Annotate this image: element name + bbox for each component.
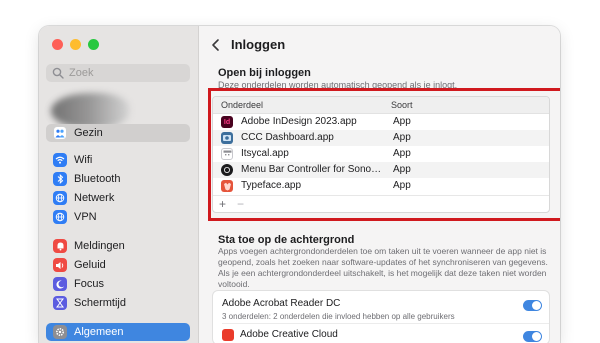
sidebar-item-label: Focus [74,278,104,290]
divider [222,323,549,324]
sidebar-item-schermtijd[interactable]: Schermtijd [46,294,190,312]
bluetooth-icon [53,172,67,186]
sidebar-item-focus[interactable]: Focus [46,275,190,293]
toggle-knob [532,301,541,310]
sidebar-item-label: Algemeen [74,326,124,338]
sidebar-item-gezin[interactable]: Gezin [46,124,190,142]
page-title: Inloggen [231,37,286,52]
sidebar-item-label: Geluid [74,259,106,271]
zoom-button[interactable] [88,39,99,50]
open-at-login-title: Open bij inloggen [218,67,311,79]
sidebar-item-label: Meldingen [74,240,125,252]
highlight-box [208,88,560,221]
search-placeholder: Zoek [69,67,94,79]
settings-window: Zoek Gezin Wifi Bluetooth Netwerk VPN Me… [39,26,560,343]
sidebar-item-label: Gezin [74,127,103,139]
vpn-globe-icon [53,210,67,224]
back-chevron-icon[interactable] [209,36,223,54]
gear-icon [53,325,67,339]
sidebar-item-label: VPN [74,211,97,223]
sidebar-item-label: Schermtijd [74,297,126,309]
family-icon [53,126,67,140]
close-button[interactable] [52,39,63,50]
window-controls [52,39,99,50]
sidebar-item-geluid[interactable]: Geluid [46,256,190,274]
background-item-title: Adobe Creative Cloud [240,329,338,340]
speaker-icon [53,258,67,272]
globe-icon [53,191,67,205]
sidebar-item-algemeen[interactable]: Algemeen [46,323,190,341]
creative-cloud-toggle[interactable] [523,331,542,342]
bell-icon [53,239,67,253]
background-items-list: Adobe Acrobat Reader DC 3 onderdelen: 2 … [212,290,550,343]
sidebar-item-bluetooth[interactable]: Bluetooth [46,170,190,188]
background-description: Apps voegen achtergrondonderdelen toe om… [218,246,548,289]
moon-icon [53,277,67,291]
creative-cloud-icon [222,329,234,341]
minimize-button[interactable] [70,39,81,50]
sidebar-item-meldingen[interactable]: Meldingen [46,237,190,255]
toggle-knob [532,332,541,341]
sidebar-item-wifi[interactable]: Wifi [46,151,190,169]
sidebar-item-vpn[interactable]: VPN [46,208,190,226]
search-field[interactable]: Zoek [46,64,190,82]
content-pane: Inloggen Open bij inloggen Deze onderdel… [199,26,560,343]
sidebar-item-label: Bluetooth [74,173,121,185]
sidebar-item-label: Wifi [74,154,93,166]
sidebar-item-label: Netwerk [74,192,115,204]
background-item-title: Adobe Acrobat Reader DC [222,298,341,309]
wifi-icon [53,153,67,167]
background-title: Sta toe op de achtergrond [218,234,355,246]
acrobat-toggle[interactable] [523,300,542,311]
background-item-subtitle: 3 onderdelen: 2 onderdelen die invloed h… [222,312,455,321]
sidebar-item-netwerk[interactable]: Netwerk [46,189,190,207]
sidebar: Zoek Gezin Wifi Bluetooth Netwerk VPN Me… [39,26,199,343]
search-icon [52,67,64,79]
hourglass-icon [53,296,67,310]
